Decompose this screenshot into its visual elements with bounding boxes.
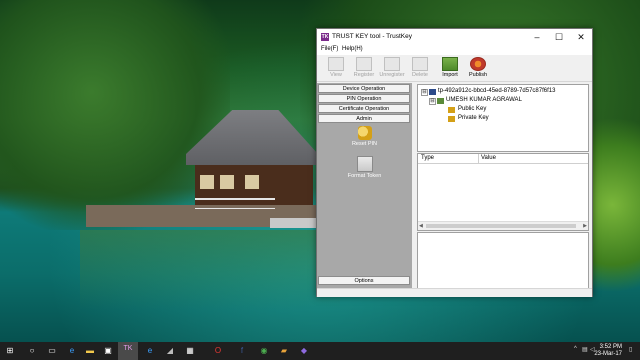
import-button[interactable]: Import xyxy=(435,57,465,79)
format-token-label: Format Token xyxy=(347,173,382,179)
status-bar xyxy=(317,288,592,297)
admin-button[interactable]: Admin xyxy=(318,114,410,123)
task-view-icon[interactable]: ▭ xyxy=(46,345,58,357)
device-operation-button[interactable]: Device Operation xyxy=(318,84,410,93)
scroll-right-icon[interactable]: ▶ xyxy=(583,222,587,230)
clock-time: 3:52 PM xyxy=(599,344,622,350)
unregister-icon xyxy=(384,57,400,71)
view-label: View xyxy=(330,72,342,78)
delete-icon xyxy=(412,57,428,71)
wallpaper-house-window xyxy=(245,175,259,189)
tray-clock[interactable]: 3:52 PM 23-Mar-17 xyxy=(594,344,622,358)
public-key-icon xyxy=(448,107,455,113)
menu-bar: File(F) Help(H) xyxy=(317,45,592,55)
options-button[interactable]: Options xyxy=(318,276,410,285)
certificate-operation-button[interactable]: Certificate Operation xyxy=(318,104,410,113)
folder-app-icon[interactable]: ▰ xyxy=(278,345,290,357)
file-explorer-icon[interactable]: ▬ xyxy=(84,345,96,357)
store-icon[interactable]: ▣ xyxy=(102,345,114,357)
import-label: Import xyxy=(442,72,458,78)
wallpaper-leaves-right xyxy=(585,100,640,310)
reset-pin-label: Reset PIN xyxy=(351,141,378,147)
app-icon: TK xyxy=(321,33,329,41)
minimize-button[interactable]: – xyxy=(526,29,548,45)
tree-private-key[interactable]: Private Key xyxy=(458,115,489,121)
tray-network-icon[interactable]: ▤ xyxy=(582,346,588,353)
column-type[interactable]: Type xyxy=(421,155,434,161)
view-icon xyxy=(328,57,344,71)
wallpaper-pier xyxy=(270,218,320,228)
chrome-icon[interactable]: ◉ xyxy=(258,345,270,357)
app-icon[interactable]: ◆ xyxy=(298,345,310,357)
column-divider[interactable] xyxy=(478,154,479,163)
detail-pane[interactable] xyxy=(417,232,589,291)
tree-root-node[interactable]: tp-492a912c-bbcd-45ed-8789-7d57c87f6f13 xyxy=(438,88,555,94)
format-token-item[interactable]: Format Token xyxy=(337,156,392,179)
tray-chevron-icon[interactable]: ^ xyxy=(574,346,577,352)
close-button[interactable]: ✕ xyxy=(570,29,592,45)
network-icon[interactable]: ◢ xyxy=(164,345,176,357)
title-bar[interactable]: TK TRUST KEY tool - TrustKey – ☐ ✕ xyxy=(317,29,592,45)
token-icon xyxy=(356,156,373,172)
grid-header: Type Value xyxy=(418,154,588,164)
import-icon xyxy=(442,57,458,71)
window-title: TRUST KEY tool - TrustKey xyxy=(332,33,412,40)
opera-icon[interactable]: O xyxy=(212,345,224,357)
grid-horizontal-scrollbar[interactable]: ◀ ▶ xyxy=(418,221,588,230)
unregister-label: Unregister xyxy=(379,72,405,78)
scroll-left-icon[interactable]: ◀ xyxy=(419,222,423,230)
left-nav-panel: Device Operation PIN Operation Certifica… xyxy=(317,83,412,288)
certificate-icon xyxy=(437,98,444,104)
private-key-icon xyxy=(448,116,455,122)
notifications-icon[interactable]: ▯ xyxy=(629,346,632,353)
register-icon xyxy=(356,57,372,71)
wallpaper-deck-rail xyxy=(195,198,275,209)
taskbar: ⊞ ○ ▭ e ▬ ▣ TK e ◢ ▦ O f ◉ ▰ ◆ ^ ▤ ◁ 3:5… xyxy=(0,342,640,360)
wallpaper-reflection xyxy=(80,230,340,310)
column-value[interactable]: Value xyxy=(481,155,496,161)
register-button[interactable]: Register xyxy=(349,57,379,79)
toolbar: View Register Unregister Delete Import P… xyxy=(317,55,592,82)
properties-grid[interactable]: Type Value ◀ ▶ xyxy=(417,153,589,231)
key-icon xyxy=(357,126,372,140)
pin-operation-button[interactable]: PIN Operation xyxy=(318,94,410,103)
unregister-button[interactable]: Unregister xyxy=(377,57,407,79)
register-label: Register xyxy=(353,72,375,78)
scroll-thumb[interactable] xyxy=(426,224,576,228)
trustkey-taskbar-icon: TK xyxy=(123,345,133,352)
internet-explorer-icon[interactable]: e xyxy=(144,345,156,357)
trustkey-window: TK TRUST KEY tool - TrustKey – ☐ ✕ File(… xyxy=(316,28,593,297)
tree-expander-root[interactable]: ⊟ xyxy=(421,89,428,96)
cortana-search-icon[interactable]: ○ xyxy=(26,345,38,357)
wallpaper-house-window xyxy=(200,175,214,189)
wallpaper-house-window xyxy=(220,175,234,189)
publish-label: Publish xyxy=(468,72,488,78)
delete-label: Delete xyxy=(412,72,428,78)
trustkey-taskbar-button[interactable]: TK xyxy=(118,342,138,360)
delete-button[interactable]: Delete xyxy=(405,57,435,79)
view-button[interactable]: View xyxy=(321,57,351,79)
edge-browser-icon[interactable]: e xyxy=(66,345,78,357)
reset-pin-item[interactable]: Reset PIN xyxy=(337,126,392,147)
calculator-icon[interactable]: ▦ xyxy=(184,345,196,357)
clock-date: 23-Mar-17 xyxy=(594,351,622,357)
menu-help[interactable]: Help(H) xyxy=(342,46,363,52)
menu-file[interactable]: File(F) xyxy=(321,46,338,52)
publish-button[interactable]: Publish xyxy=(463,57,493,79)
token-icon xyxy=(429,89,436,95)
publish-icon xyxy=(470,57,486,71)
facebook-icon[interactable]: f xyxy=(236,345,248,357)
tree-expander-user[interactable]: ⊟ xyxy=(429,98,436,105)
tree-public-key[interactable]: Public Key xyxy=(458,106,486,112)
token-tree-view[interactable]: ⊟ tp-492a912c-bbcd-45ed-8789-7d57c87f6f1… xyxy=(417,84,589,152)
maximize-button[interactable]: ☐ xyxy=(548,29,570,45)
tree-user-node[interactable]: UMESH KUMAR AGRAWAL xyxy=(446,97,522,103)
windows-start-icon[interactable]: ⊞ xyxy=(4,345,16,357)
